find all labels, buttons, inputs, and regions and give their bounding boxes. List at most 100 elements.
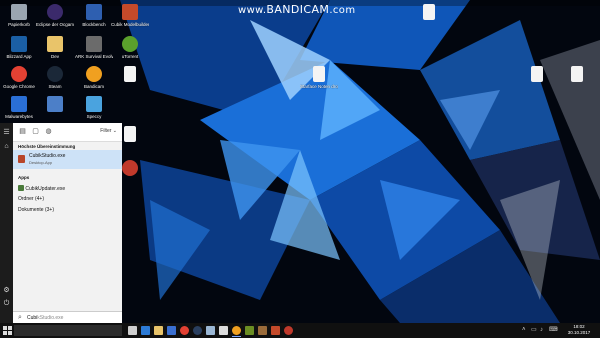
power-icon[interactable]: ⏻ [3, 300, 10, 307]
document-icon [124, 66, 136, 82]
start-button[interactable] [3, 326, 12, 335]
unity-icon[interactable] [219, 326, 228, 335]
desktop-icon-label: ARK Survival Evolved [75, 54, 113, 59]
blockbench-icon [86, 4, 102, 20]
desktop-icon-blockbench[interactable]: Blockbench [75, 4, 113, 27]
desktop-icon-label: Google Chrome [3, 84, 35, 89]
windows-logo-icon [8, 326, 12, 330]
minecraft-icon[interactable] [245, 326, 254, 335]
app-result[interactable]: CubikUpdater.exe [18, 184, 65, 192]
desktop-icon-blizzard[interactable]: Blizzard App [0, 36, 38, 59]
desktop-icon-document[interactable] [111, 66, 149, 84]
filter-button[interactable]: Filter ⌄ [100, 128, 117, 134]
bandicam-icon[interactable] [232, 326, 241, 335]
utorrent-icon [122, 36, 138, 52]
windows-logo-icon [3, 326, 7, 330]
notepad-icon[interactable] [206, 326, 215, 335]
hamburger-icon[interactable]: ☰ [3, 129, 10, 136]
document-icon [531, 66, 543, 82]
chevron-down-icon: ⌄ [112, 128, 117, 134]
category-folders[interactable]: Ordner (4+) [18, 196, 44, 202]
cubik-updater-icon [18, 185, 24, 191]
app-icon[interactable] [284, 326, 293, 335]
start-menu-search-panel: ▤ ▢ ◍ Filter ⌄ Höchste Übereinstimmung C… [13, 123, 122, 323]
search-input[interactable]: CubikStudio.exe [27, 315, 63, 321]
steam-icon[interactable] [193, 326, 202, 335]
desktop-icon-label: Eclipse der Ocgam [36, 22, 74, 27]
watermark-brand: BANDICAM [266, 3, 330, 16]
cube-app-icon [122, 4, 138, 20]
desktop-icon-document[interactable] [558, 66, 596, 84]
desktop-icon-bandicam[interactable]: Bandicam [75, 66, 113, 89]
category-documents[interactable]: Dokumente (3+) [18, 207, 54, 213]
search-scope-toolbar: ▤ ▢ ◍ Filter ⌄ [13, 123, 122, 142]
cubik-icon[interactable] [271, 326, 280, 335]
desktop-icon-label: Speccy [86, 114, 102, 119]
windows-logo-icon [3, 331, 7, 335]
edge-icon[interactable] [141, 326, 150, 335]
chevron-up-icon[interactable]: ˄ [522, 326, 526, 335]
folder-icon [47, 36, 63, 52]
chrome-icon [11, 66, 27, 82]
keyboard-icon[interactable]: ⌨ [549, 326, 558, 335]
desktop-icon-starface-noten[interactable]: Starface Noten droppen [300, 66, 338, 89]
volume-icon[interactable]: ♪ [540, 326, 543, 335]
taskbar: ˄ ▭ ♪ ⌨ 18:02 30.10.2017 [0, 323, 600, 338]
active-window-indicator [232, 336, 241, 337]
desktop-icon-speccy[interactable]: Speccy [75, 96, 113, 119]
document-icon [571, 66, 583, 82]
desktop-icon-app[interactable] [36, 96, 74, 114]
search-typed-text: Cubi [27, 315, 38, 321]
desktop-icon-cubik-modelbuilder[interactable]: Cubik Modelbuilder [111, 4, 149, 27]
desktop-icon-document[interactable] [518, 66, 556, 84]
desktop-icon-label: Steam [48, 84, 62, 89]
blizzard-icon [11, 36, 27, 52]
document-icon [313, 66, 325, 82]
desktop-icon-label: Cubik Modelbuilder [111, 22, 149, 27]
best-match-header: Höchste Übereinstimmung [18, 144, 76, 149]
home-icon[interactable]: ⌂ [3, 143, 10, 150]
desktop-icon-chrome[interactable]: Google Chrome [0, 66, 38, 89]
best-match-title: CubikStudio.exe [29, 153, 66, 159]
app-icon [47, 96, 63, 112]
desktop-icon-label: uTorrent [121, 54, 139, 59]
steam-icon [47, 66, 63, 82]
clock-date: 30.10.2017 [567, 330, 591, 335]
app-result-label: CubikUpdater.exe [25, 186, 66, 192]
desktop-icon-label: Dev [50, 54, 59, 59]
search-icon: ⌕ [18, 314, 22, 321]
store-icon[interactable] [167, 326, 176, 335]
taskbar-search-area[interactable] [14, 325, 122, 336]
documents-icon[interactable]: ▢ [32, 128, 39, 135]
eclipse-icon [47, 4, 63, 20]
apps-header: Apps [18, 175, 30, 180]
chrome-icon[interactable] [180, 326, 189, 335]
recycle-bin-icon [11, 4, 27, 20]
apps-icon[interactable]: ▤ [19, 128, 26, 135]
web-icon[interactable]: ◍ [45, 128, 52, 135]
gear-icon[interactable]: ⚙ [3, 287, 10, 294]
desktop-icon-label: Blockbench [82, 22, 106, 27]
recording-watermark: www.BANDICAM.com [238, 3, 355, 16]
task-view-icon[interactable] [128, 326, 137, 335]
search-suggestion-text: kStudio.exe [37, 315, 64, 321]
network-icon[interactable]: ▭ [531, 326, 537, 335]
desktop-icon-malwarebytes[interactable]: Malwarebytes [0, 96, 38, 119]
desktop-icon-dev-folder[interactable]: Dev [36, 36, 74, 59]
filter-label: Filter [100, 128, 112, 134]
desktop-icon-eclipse[interactable]: Eclipse der Ocgam [36, 4, 74, 27]
desktop-icon-utorrent[interactable]: uTorrent [111, 36, 149, 59]
game-icon[interactable] [258, 326, 267, 335]
desktop-icon-label: Starface Noten droppen [300, 84, 338, 89]
best-match-result[interactable]: CubikStudio.exe Desktop-App [13, 150, 122, 169]
app-icon [122, 160, 138, 176]
speccy-icon [86, 96, 102, 112]
desktop-icon-steam[interactable]: Steam [36, 66, 74, 89]
document-icon [423, 4, 435, 20]
explorer-icon[interactable] [154, 326, 163, 335]
desktop-icon-document[interactable] [410, 4, 448, 22]
system-clock[interactable]: 18:02 30.10.2017 [566, 324, 592, 336]
desktop-icon-recycle-bin[interactable]: Papierkorb [0, 4, 38, 27]
start-menu-rail: ☰ ⌂ ⚙ ⏻ [0, 123, 13, 323]
desktop-icon-ark[interactable]: ARK Survival Evolved [75, 36, 113, 59]
